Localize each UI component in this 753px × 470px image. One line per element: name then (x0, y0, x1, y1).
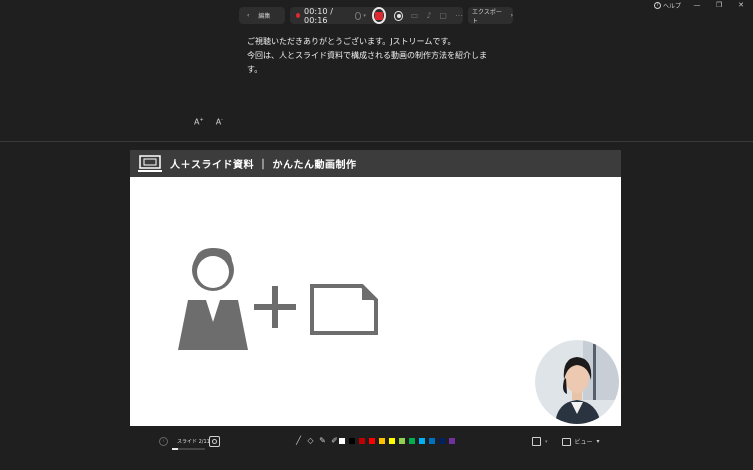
bottom-toolbar: ‹ スライド 2/11 ╱ ◇ ✎ ✐ ▾ ビュー ▾ (0, 433, 753, 451)
pause-button[interactable] (394, 10, 403, 21)
recording-indicator-icon (296, 13, 301, 18)
annotation-tools: ╱ ◇ ✎ ✐ (294, 436, 339, 445)
next-slide-icon (212, 439, 217, 444)
font-size-controls: A+ A- (194, 117, 223, 127)
edit-button[interactable]: ‹ 編集 (239, 7, 285, 24)
screen-share-icon[interactable]: ▢ (439, 11, 447, 20)
color-swatch[interactable] (428, 437, 436, 445)
export-label: エクスポート (472, 8, 502, 25)
previous-slide-button[interactable]: ‹ (159, 437, 168, 446)
record-controls: 00:10 / 00:16 ▾ ▭ ♪ ▢ ⋯ (290, 6, 463, 25)
more-icon[interactable]: ⋯ (455, 11, 463, 20)
pen-icon[interactable]: ✎ (318, 436, 327, 445)
stop-record-button[interactable] (371, 7, 387, 24)
color-swatch[interactable] (438, 437, 446, 445)
recording-toolbar: ‹ 編集 00:10 / 00:16 ▾ ▭ ♪ ▢ ⋯ エクスポート › (0, 7, 753, 25)
color-swatch[interactable] (388, 437, 396, 445)
slide-progress-bar (172, 448, 205, 450)
countdown-icon[interactable] (354, 11, 362, 20)
pause-icon (396, 13, 401, 18)
color-palette (338, 437, 456, 445)
view-label[interactable]: ビュー (575, 437, 593, 446)
color-swatch[interactable] (358, 437, 366, 445)
divider (0, 141, 753, 142)
laser-pointer-icon[interactable]: ╱ (294, 436, 303, 445)
color-swatch[interactable] (448, 437, 456, 445)
color-swatch[interactable] (408, 437, 416, 445)
document-icon (310, 284, 378, 335)
edit-label: 編集 (258, 13, 271, 20)
recorder-window: ? ヘルプ — ❐ ✕ ‹ 編集 00:10 / 00:16 ▾ ▭ ♪ ▢ ⋯ (0, 0, 753, 470)
chevron-down-icon[interactable]: ▾ (363, 13, 366, 19)
presenter-camera-preview[interactable] (535, 340, 619, 424)
decrease-font-button[interactable]: A- (216, 117, 223, 127)
color-swatch[interactable] (338, 437, 346, 445)
color-swatch[interactable] (368, 437, 376, 445)
microphone-icon[interactable]: ♪ (426, 11, 431, 20)
person-icon (178, 248, 248, 350)
export-button[interactable]: エクスポート › (468, 7, 513, 25)
camera-toggle-icon[interactable]: ▭ (411, 11, 419, 20)
chevron-left-icon: ‹ (247, 12, 250, 19)
script-text: ご視聴いただきありがとうございます。Jストリームです。 今回は、人とスライド資料… (247, 37, 487, 74)
slide-counter: スライド 2/11 (177, 439, 210, 445)
chevron-right-icon: › (510, 12, 513, 19)
next-slide-button[interactable] (209, 436, 220, 447)
recording-timer: 00:10 / 00:16 (304, 6, 334, 25)
view-icon[interactable] (561, 437, 571, 446)
camera-settings-icon[interactable] (532, 437, 541, 446)
view-dropdown-icon[interactable]: ▾ (597, 438, 600, 445)
plus-icon (254, 286, 296, 328)
slide-progress-fill (172, 448, 178, 450)
chevron-down-icon[interactable]: ▾ (545, 439, 548, 445)
increase-font-button[interactable]: A+ (194, 117, 204, 127)
color-swatch[interactable] (348, 437, 356, 445)
eraser-icon[interactable]: ◇ (306, 436, 315, 445)
color-swatch[interactable] (378, 437, 386, 445)
color-swatch[interactable] (398, 437, 406, 445)
view-controls: ▾ ビュー ▾ (532, 437, 600, 446)
stop-icon (375, 11, 384, 20)
teleprompter-text[interactable]: ご視聴いただきありがとうございます。Jストリームです。 今回は、人とスライド資料… (247, 35, 502, 77)
color-swatch[interactable] (418, 437, 426, 445)
